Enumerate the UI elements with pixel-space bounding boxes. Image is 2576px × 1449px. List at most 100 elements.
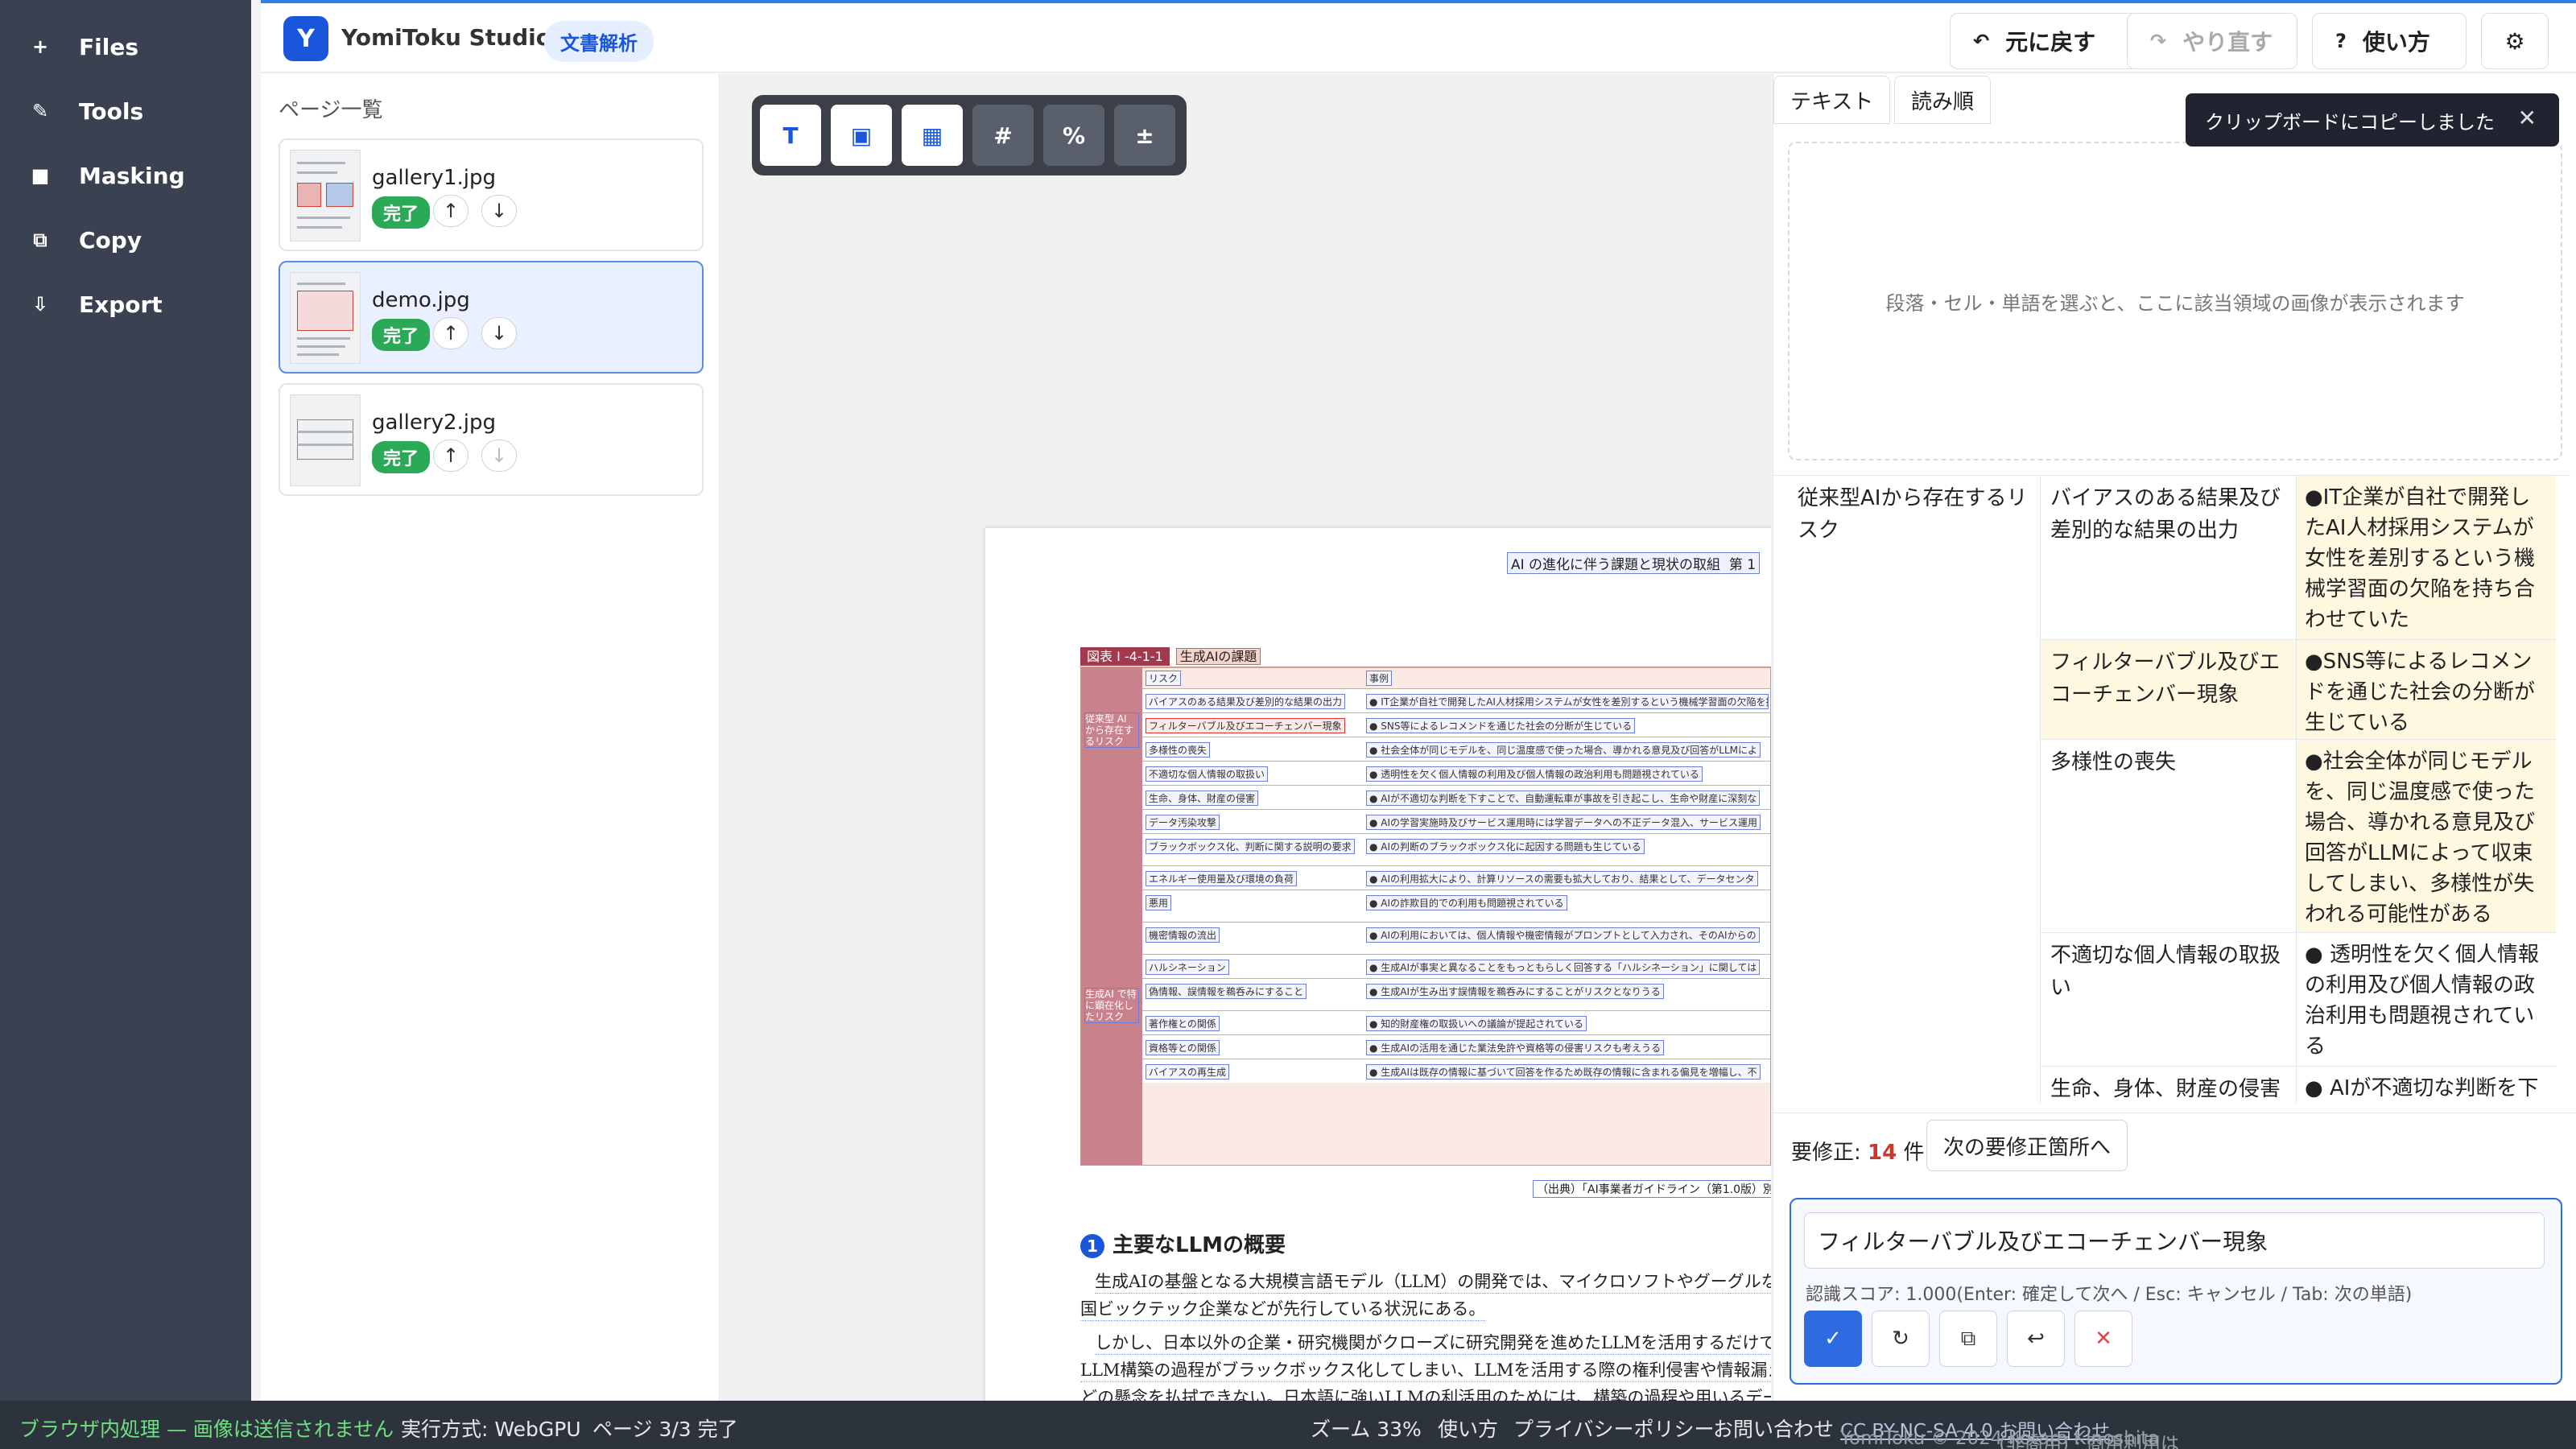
risk-cell[interactable]: 偽情報、誤情報を鵜呑みにすること xyxy=(1146,984,1307,999)
sidebar-item-copy[interactable]: ⧉ Copy xyxy=(0,208,251,272)
redo-button[interactable]: ↷ やり直す xyxy=(2127,13,2297,69)
page-card-gallery1[interactable]: gallery1.jpg 完了 ↑ ↓ xyxy=(279,138,704,251)
figure-title[interactable]: 図表 I -4-1-1 生成AIの課題 xyxy=(1080,646,1261,666)
case-cell[interactable]: ● 生成AIの活用を通じた業法免許や資格等の侵害リスクも考えうる xyxy=(1366,1040,1665,1055)
paragraph-line[interactable]: 国ビックテック企業などが先行している状況にある。 xyxy=(1080,1296,1486,1321)
paragraph-line[interactable]: しかし、日本以外の企業・研究機関がクローズに研究開発を進めたLLMを活用するだけ… xyxy=(1095,1330,1771,1355)
case-cell[interactable]: ● AIの判断のブラックボックス化に起因する問題も生じている xyxy=(1366,839,1645,854)
group-cell[interactable]: 従来型 AI から存在するリスク xyxy=(1084,712,1139,748)
undo-button[interactable]: ↶ 元に戻す xyxy=(1950,13,2138,69)
confirm-button[interactable]: ✓ xyxy=(1804,1311,1862,1367)
case-cell[interactable]: ● AIが不適切な判断を下すことで、自動運転車が事故を引き起こし、生命や財産に深… xyxy=(1366,791,1761,806)
table-cell[interactable]: バイアスのある結果及び差別的な結果の出力 xyxy=(2041,476,2297,639)
case-cell[interactable]: ● 社会全体が同じモデルを、同じ温度感で使った場合、導かれる意見及び回答がLLM… xyxy=(1366,742,1761,758)
sidebar-item-tools[interactable]: ✎ Tools xyxy=(0,79,251,143)
text-toggle-button[interactable]: T xyxy=(760,105,821,166)
risk-cell[interactable]: 悪用 xyxy=(1146,895,1172,910)
case-cell[interactable]: ● AIの利用においては、個人情報や機密情報がプロンプトとして入力され、そのAI… xyxy=(1366,927,1760,943)
paragraph-line[interactable]: どの懸念を払拭できない。日本語に強いLLMの利活用のためには、構築の過程や用いる… xyxy=(1080,1385,1771,1401)
table-cell[interactable]: ●社会全体が同じモデルを、同じ温度感で使った場合、導かれる意見及び回答がLLMに… xyxy=(2297,740,2556,932)
cancel-button[interactable]: ✕ xyxy=(2074,1311,2132,1367)
table-cell[interactable]: ●SNS等によるレコメンドを通じた社会の分断が生じている xyxy=(2297,640,2556,739)
case-cell[interactable]: ● SNS等によるレコメンドを通じた社会の分断が生じている xyxy=(1366,718,1636,733)
help-button[interactable]: ? 使い方 xyxy=(2312,13,2467,69)
plus-minus-toggle-button[interactable]: ± xyxy=(1114,105,1175,166)
move-up-button[interactable]: ↑ xyxy=(433,195,469,227)
risk-cell[interactable]: フィルターバブル及びエコーチェンバー現象 xyxy=(1146,718,1345,733)
case-cell[interactable]: ● IT企業が自社で開発したAI人材採用システムが女性を差別するという機械学習面… xyxy=(1366,694,1769,709)
table-cell[interactable]: ●IT企業が自社で開発したAI人材採用システムが女性を差別するという機械学習面の… xyxy=(2297,476,2556,639)
risk-cell[interactable]: 生命、身体、財産の侵害 xyxy=(1146,791,1259,806)
paragraph-line[interactable]: LLM構築の過程がブラックボックス化してしまい、LLMを活用する際の権利侵害や情… xyxy=(1080,1357,1771,1382)
page-card-demo[interactable]: demo.jpg 完了 ↑ ↓ xyxy=(279,261,704,374)
sidebar-item-label: Export xyxy=(79,291,163,318)
column-header[interactable]: 事例 xyxy=(1366,671,1393,686)
case-cell[interactable]: ● 生成AIは既存の情報に基づいて回答を作るため既存の情報に含まれる偏見を増幅し… xyxy=(1366,1064,1761,1080)
reset-button[interactable]: ↻ xyxy=(1872,1311,1930,1367)
zoom-level: ズーム 33% xyxy=(1311,1418,1422,1441)
case-cell[interactable]: ● 生成AIが事実と異なることをもっともらしく回答する「ハルシネーション」に関し… xyxy=(1366,960,1761,975)
case-cell[interactable]: ● AIの詐欺目的での利用も問題視されている xyxy=(1366,895,1567,910)
doc-table[interactable]: 従来型 AI から存在するリスク 生成AI で特に顕在化したリスク リスク 事例… xyxy=(1080,667,1771,1166)
sidebar-item-masking[interactable]: ■ Masking xyxy=(0,143,251,208)
number-toggle-button[interactable]: # xyxy=(972,105,1034,166)
help-icon: ? xyxy=(2335,30,2347,52)
sidebar-item-files[interactable]: + Files xyxy=(0,14,251,79)
table-cell[interactable]: ● AIが不適切な判断を下 xyxy=(2297,1067,2556,1103)
group-cell[interactable]: 生成AI で特に顕在化したリスク xyxy=(1084,988,1139,1023)
document-page[interactable]: AI の進化に伴う課題と現状の取組 第 1 図表 I -4-1-1 生成AIの課題… xyxy=(985,528,1771,1401)
table-row: ブラックボックス化、判断に関する説明の要求 ● AIの判断のブラックボックス化に起… xyxy=(1142,833,1770,865)
move-up-button[interactable]: ↑ xyxy=(433,317,469,349)
case-cell[interactable]: ● AIの学習実施時及びサービス運用時には学習データへの不正データ混入、サービス… xyxy=(1366,815,1761,830)
doc-running-header[interactable]: AI の進化に伴う課題と現状の取組 第 1 xyxy=(1507,552,1761,574)
risk-cell[interactable]: データ汚染攻撃 xyxy=(1146,815,1220,830)
risk-cell[interactable]: 著作権との関係 xyxy=(1146,1016,1220,1031)
percent-toggle-button[interactable]: % xyxy=(1043,105,1104,166)
table-cell[interactable]: 生命、身体、財産の侵害 xyxy=(2041,1067,2297,1103)
table-cell[interactable]: 従来型AIから存在するリスク xyxy=(1786,476,2041,1103)
revert-button[interactable]: ↩ xyxy=(2007,1311,2065,1367)
tab-reading-order[interactable]: 読み順 xyxy=(1894,76,1992,124)
risk-cell[interactable]: 資格等との関係 xyxy=(1146,1040,1220,1055)
risk-cell[interactable]: 多様性の喪失 xyxy=(1146,742,1211,758)
close-icon[interactable]: ✕ xyxy=(2518,105,2537,131)
region-toggle-button[interactable]: ▣ xyxy=(831,105,892,166)
table-toggle-button[interactable]: ▦ xyxy=(902,105,963,166)
move-down-button[interactable]: ↓ xyxy=(481,317,517,349)
table-cell[interactable]: 不適切な個人情報の取扱い xyxy=(2041,933,2297,1066)
move-down-button[interactable]: ↓ xyxy=(481,195,517,227)
case-cell[interactable]: ● 生成AIが生み出す誤情報を鵜呑みにすることがリスクとなりうる xyxy=(1366,984,1664,999)
help-link[interactable]: 使い方 xyxy=(1438,1414,1498,1443)
settings-button[interactable]: ⚙ xyxy=(2481,13,2549,69)
risk-cell[interactable]: エネルギー使用量及び環境の負荷 xyxy=(1146,871,1298,886)
move-up-button[interactable]: ↑ xyxy=(433,440,469,472)
risk-cell[interactable]: 不適切な個人情報の取扱い xyxy=(1146,766,1269,782)
section-heading[interactable]: 1 主要なLLMの概要 xyxy=(1080,1228,1286,1258)
risk-cell[interactable]: ブラックボックス化、判断に関する説明の要求 xyxy=(1146,839,1355,854)
risk-cell[interactable]: ハルシネーション xyxy=(1146,960,1229,975)
copy-button[interactable]: ⧉ xyxy=(1939,1311,1997,1367)
case-cell[interactable]: ● AIの利用拡大により、計算リソースの需要も拡大しており、結果として、データセ… xyxy=(1366,871,1758,886)
cell-text-input[interactable]: フィルターバブル及びエコーチェンバー現象 xyxy=(1804,1212,2545,1269)
table-editor[interactable]: 従来型AIから存在するリスク バイアスのある結果及び差別的な結果の出力 ●IT企… xyxy=(1773,475,2570,1103)
column-header[interactable]: リスク xyxy=(1146,671,1182,686)
pencil-icon: ✎ xyxy=(31,100,49,122)
figure-source[interactable]: （出典）「AI事業者ガイドライン（第1.0版）別添（ xyxy=(1533,1180,1771,1198)
page-card-gallery2[interactable]: gallery2.jpg 完了 ↑ ↓ xyxy=(279,383,704,496)
table-cell[interactable]: ● 透明性を欠く個人情報の利用及び個人情報の政治利用も問題視されている xyxy=(2297,933,2556,1066)
table-cell[interactable]: フィルターバブル及びエコーチェンバー現象 xyxy=(2041,640,2297,739)
case-cell[interactable]: ● 知的財産権の取扱いへの議論が提起されている xyxy=(1366,1016,1587,1031)
table-cell[interactable]: 多様性の喪失 xyxy=(2041,740,2297,932)
risk-cell[interactable]: バイアスのある結果及び差別的な結果の出力 xyxy=(1146,694,1346,709)
document-canvas[interactable]: T ▣ ▦ # % ± AI の進化に伴う課題と現状の取組 第 1 図表 I -… xyxy=(721,74,1771,1401)
paragraph-line[interactable]: 生成AIの基盤となる大規模言語モデル（LLM）の開発では、マイクロソフトやグーグ… xyxy=(1095,1269,1771,1294)
sidebar-item-export[interactable]: ⇩ Export xyxy=(0,272,251,336)
privacy-policy-link[interactable]: プライバシーポリシー xyxy=(1513,1414,1715,1443)
case-cell[interactable]: ● 透明性を欠く個人情報の利用及び個人情報の政治利用も問題視されている xyxy=(1366,766,1703,782)
contact-link[interactable]: お問い合わせ xyxy=(1713,1414,1834,1443)
risk-cell[interactable]: 機密情報の流出 xyxy=(1146,927,1220,943)
risk-cell[interactable]: バイアスの再生成 xyxy=(1146,1064,1230,1080)
next-fix-button[interactable]: 次の要修正箇所へ xyxy=(1926,1120,2128,1171)
move-down-button[interactable]: ↓ xyxy=(481,440,517,472)
tab-text[interactable]: テキスト xyxy=(1773,76,1891,124)
